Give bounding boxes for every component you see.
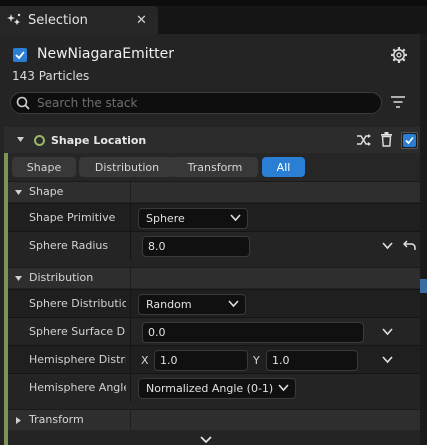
category-distribution[interactable]: Distribution [8, 267, 420, 288]
tab-title: Selection [28, 13, 88, 28]
input-value: 0.0 [148, 326, 166, 339]
input-value: 1.0 [272, 354, 290, 367]
input-value: 8.0 [148, 240, 166, 253]
param-label: Sphere Distribution [29, 297, 126, 310]
category-label: Shape [29, 185, 64, 198]
tab-transform[interactable]: Transform [172, 157, 258, 177]
emitter-enabled-checkbox[interactable] [13, 48, 27, 62]
param-row-shape-primitive: Shape Primitive Sphere [8, 203, 420, 232]
checkmark-icon [15, 51, 25, 60]
param-row-sphere-distribution: Sphere Distribution Random [8, 289, 420, 318]
dropdown-value: Normalized Angle (0-1) [146, 382, 274, 395]
column-divider[interactable] [130, 346, 131, 374]
emitter-name: NewNiagaraEmitter [37, 46, 174, 62]
search-icon [16, 96, 30, 110]
module-header[interactable]: Shape Location [4, 127, 420, 153]
x-axis-label: X [141, 354, 149, 367]
hemisphere-y-input[interactable]: 1.0 [266, 350, 358, 371]
chevron-down-icon [230, 214, 241, 222]
column-divider[interactable] [130, 204, 131, 232]
trash-icon[interactable] [380, 132, 393, 147]
hemisphere-angle-dropdown[interactable]: Normalized Angle (0-1) [138, 378, 296, 399]
category-transform[interactable]: Transform [8, 409, 420, 430]
y-axis-label: Y [253, 354, 260, 367]
reset-arrow-icon[interactable] [403, 239, 416, 251]
column-divider[interactable] [130, 182, 131, 202]
caret-down-icon [15, 276, 22, 281]
column-divider[interactable] [130, 268, 131, 288]
close-icon[interactable]: ✕ [136, 13, 147, 28]
column-divider[interactable] [130, 318, 131, 346]
tab-distribution[interactable]: Distribution [79, 157, 175, 177]
chevron-down-icon[interactable] [382, 328, 393, 336]
search-box[interactable] [10, 92, 382, 114]
param-label: Hemisphere Angle [29, 381, 126, 394]
scrollbar-thumb[interactable] [420, 279, 427, 293]
input-value: 1.0 [160, 354, 178, 367]
column-divider[interactable] [130, 232, 131, 260]
selection-tab[interactable]: Selection ✕ [0, 6, 158, 34]
param-row-hemisphere-angle: Hemisphere Angle Normalized Angle (0-1) [8, 373, 420, 402]
category-label: Distribution [29, 271, 94, 284]
sphere-radius-input[interactable]: 8.0 [142, 236, 250, 257]
column-divider[interactable] [130, 374, 131, 402]
module-enabled-checkbox[interactable] [401, 132, 418, 149]
caret-right-icon [16, 417, 21, 424]
param-row-sphere-surface: Sphere Surface Dis 0.0 [8, 317, 420, 346]
scrollbar[interactable] [420, 34, 427, 445]
caret-down-icon [15, 190, 22, 195]
chevron-down-icon[interactable] [382, 242, 393, 250]
tab-all[interactable]: All [262, 157, 305, 177]
param-label: Hemisphere Distrib [29, 353, 126, 366]
column-divider[interactable] [130, 410, 131, 430]
caret-down-icon[interactable] [16, 135, 25, 144]
shape-primitive-dropdown[interactable]: Sphere [138, 208, 248, 229]
filter-tab-bar: Shape Distribution Transform All [8, 153, 420, 181]
param-label: Sphere Radius [29, 239, 109, 252]
param-row-sphere-radius: Sphere Radius 8.0 [8, 231, 420, 260]
category-label: Transform [29, 413, 84, 426]
sparkle-icon [7, 13, 21, 25]
tab-shape[interactable]: Shape [12, 157, 76, 177]
shuffle-icon[interactable] [356, 133, 372, 147]
chevron-down-icon[interactable] [382, 356, 393, 364]
checkmark-icon [405, 136, 414, 145]
param-label: Sphere Surface Dis [29, 325, 126, 338]
hemisphere-x-input[interactable]: 1.0 [154, 350, 248, 371]
chevron-down-icon[interactable] [200, 436, 212, 444]
sphere-distribution-dropdown[interactable]: Random [138, 294, 246, 315]
dropdown-value: Sphere [146, 212, 185, 225]
sphere-surface-input[interactable]: 0.0 [142, 322, 364, 343]
module-status-icon [34, 135, 45, 146]
particle-count: 143 Particles [12, 69, 90, 83]
chevron-down-icon [228, 300, 239, 308]
search-input[interactable] [37, 94, 367, 111]
column-divider[interactable] [130, 290, 131, 318]
dropdown-value: Random [146, 298, 192, 311]
gear-icon[interactable] [390, 46, 408, 64]
filter-icon[interactable] [390, 95, 406, 109]
param-row-hemisphere-distrib: Hemisphere Distrib X 1.0 Y 1.0 [8, 345, 420, 374]
param-label: Shape Primitive [29, 211, 116, 224]
chevron-down-icon [278, 384, 289, 392]
module-title: Shape Location [51, 134, 147, 147]
category-shape[interactable]: Shape [8, 181, 420, 202]
